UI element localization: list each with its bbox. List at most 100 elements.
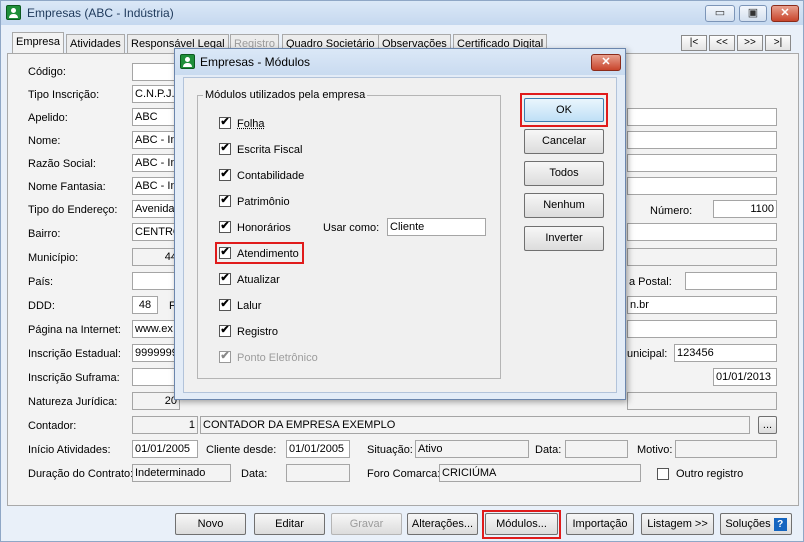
- importacao-button[interactable]: Importação: [566, 513, 634, 535]
- nome-fantasia-field-ext: [627, 177, 777, 195]
- minimize-button[interactable]: ▭: [705, 5, 735, 22]
- ok-highlight: [520, 93, 608, 127]
- municipio-field-ext: [627, 248, 777, 266]
- inscricao-suframa-label: Inscrição Suframa:: [28, 372, 120, 384]
- contador-code-field[interactable]: 1: [132, 416, 198, 434]
- group-label: Módulos utilizados pela empresa: [203, 89, 368, 101]
- inscricao-municipal-field[interactable]: 123456: [674, 344, 777, 362]
- codigo-field[interactable]: [132, 63, 180, 81]
- foro-comarca-field[interactable]: CRICIÚMA: [439, 464, 641, 482]
- dialog-close-button[interactable]: ✕: [591, 54, 621, 71]
- contador-lookup-button[interactable]: ...: [758, 416, 777, 434]
- folha-checkbox[interactable]: ✔: [219, 117, 231, 129]
- solucoes-label: Soluções: [725, 518, 771, 530]
- inscricao-estadual-label: Inscrição Estadual:: [28, 348, 121, 360]
- usar-como-label: Usar como:: [323, 222, 380, 234]
- contabilidade-checkbox[interactable]: ✔: [219, 169, 231, 181]
- registro-checkbox[interactable]: ✔: [219, 325, 231, 337]
- nome-field[interactable]: ABC - In: [132, 131, 180, 149]
- inscricao-estadual-field[interactable]: 9999999: [132, 344, 180, 362]
- inicio-atividades-field[interactable]: 01/01/2005: [132, 440, 198, 458]
- bairro-field[interactable]: CENTRO: [132, 223, 180, 241]
- atualizar-checkbox[interactable]: ✔: [219, 273, 231, 285]
- listagem-button[interactable]: Listagem >>: [641, 513, 714, 535]
- dialog-app-icon: [180, 54, 195, 69]
- ponto-eletronico-label: Ponto Eletrônico: [237, 352, 318, 364]
- inscricao-suframa-field[interactable]: [132, 368, 180, 386]
- outro-registro-label: Outro registro: [676, 468, 744, 480]
- pais-label: País:: [28, 276, 54, 288]
- lalur-checkbox[interactable]: ✔: [219, 299, 231, 311]
- honorarios-checkbox[interactable]: ✔: [219, 221, 231, 233]
- modulos-dialog: Empresas - Módulos ✕ Módulos utilizados …: [174, 48, 626, 400]
- nome-label: Nome:: [28, 135, 61, 147]
- inicio-atividades-label: Início Atividades:: [28, 444, 111, 456]
- apelido-field[interactable]: ABC: [132, 108, 180, 126]
- apelido-label: Apelido:: [28, 112, 68, 124]
- situacao-field[interactable]: Ativo: [415, 440, 529, 458]
- nome-fantasia-label: Nome Fantasia:: [28, 181, 106, 193]
- escrita-fiscal-checkbox[interactable]: ✔: [219, 143, 231, 155]
- duracao-contrato-field[interactable]: Indeterminado: [132, 464, 231, 482]
- bairro-label: Bairro:: [28, 228, 61, 240]
- editar-button[interactable]: Editar: [254, 513, 325, 535]
- nome-field-ext: [627, 131, 777, 149]
- natureza-juridica-desc: [627, 392, 777, 410]
- outro-registro-checkbox[interactable]: [657, 468, 669, 480]
- close-button[interactable]: ✕: [771, 5, 799, 22]
- razao-social-field[interactable]: ABC - In: [132, 154, 180, 172]
- caixa-postal-label: a Postal:: [629, 276, 672, 288]
- patrimonio-label: Patrimônio: [237, 196, 290, 208]
- modulos-highlight: [482, 510, 561, 539]
- contador-label: Contador:: [28, 420, 77, 432]
- maximize-button[interactable]: ▣: [739, 5, 767, 22]
- nav-first-button[interactable]: |<: [681, 35, 707, 51]
- caixa-postal-field[interactable]: [685, 272, 777, 290]
- tipo-endereco-label: Tipo do Endereço:: [28, 204, 118, 216]
- tab-atividades[interactable]: Atividades: [66, 34, 125, 54]
- alteracoes-button[interactable]: Alterações...: [407, 513, 478, 535]
- solucoes-button[interactable]: Soluções ?: [720, 513, 792, 535]
- nav-last-button[interactable]: >|: [765, 35, 791, 51]
- motivo-field[interactable]: [675, 440, 777, 458]
- suframa-date-field[interactable]: 01/01/2013: [713, 368, 777, 386]
- atendimento-highlight: [215, 242, 304, 264]
- nav-next-button[interactable]: >>: [737, 35, 763, 51]
- nome-fantasia-field[interactable]: ABC - In: [132, 177, 180, 195]
- inverter-button[interactable]: Inverter: [524, 226, 604, 251]
- numero-field[interactable]: 1100: [713, 200, 777, 218]
- novo-button[interactable]: Novo: [175, 513, 246, 535]
- tipo-inscricao-field[interactable]: C.N.P.J.: [132, 85, 180, 103]
- contabilidade-label: Contabilidade: [237, 170, 305, 182]
- bairro-field-ext: [627, 223, 777, 241]
- natureza-juridica-field[interactable]: 20: [132, 392, 180, 410]
- ddd-label: DDD:: [28, 300, 55, 312]
- razao-social-label: Razão Social:: [28, 158, 96, 170]
- apelido-field-ext: [627, 108, 777, 126]
- patrimonio-checkbox[interactable]: ✔: [219, 195, 231, 207]
- ddd-field[interactable]: 48: [132, 296, 158, 314]
- natureza-juridica-label: Natureza Jurídica:: [28, 396, 118, 408]
- contador-name-field: CONTADOR DA EMPRESA EXEMPLO: [200, 416, 750, 434]
- todos-button[interactable]: Todos: [524, 161, 604, 186]
- data-contrato-field[interactable]: [286, 464, 350, 482]
- tipo-endereco-field[interactable]: Avenida: [132, 200, 180, 218]
- nav-prev-button[interactable]: <<: [709, 35, 735, 51]
- razao-social-field-ext: [627, 154, 777, 172]
- motivo-label: Motivo:: [637, 444, 673, 456]
- municipio-code-field[interactable]: 44: [132, 248, 180, 266]
- folha-label: Folha: [237, 118, 265, 130]
- inscricao-municipal-label: unicipal:: [627, 348, 668, 360]
- tab-empresa[interactable]: Empresa: [12, 32, 65, 54]
- pais-field[interactable]: [132, 272, 180, 290]
- cliente-desde-field[interactable]: 01/01/2005: [286, 440, 350, 458]
- nenhum-button[interactable]: Nenhum: [524, 193, 604, 218]
- usar-como-field[interactable]: Cliente: [387, 218, 486, 236]
- atualizar-label: Atualizar: [237, 274, 280, 286]
- cancelar-button[interactable]: Cancelar: [524, 129, 604, 154]
- email-field[interactable]: n.br: [627, 296, 777, 314]
- window-title: Empresas (ABC - Indústria): [27, 6, 174, 20]
- situacao-data-field[interactable]: [565, 440, 628, 458]
- dialog-title: Empresas - Módulos: [200, 55, 311, 69]
- pagina-internet-field[interactable]: www.ex: [132, 320, 180, 338]
